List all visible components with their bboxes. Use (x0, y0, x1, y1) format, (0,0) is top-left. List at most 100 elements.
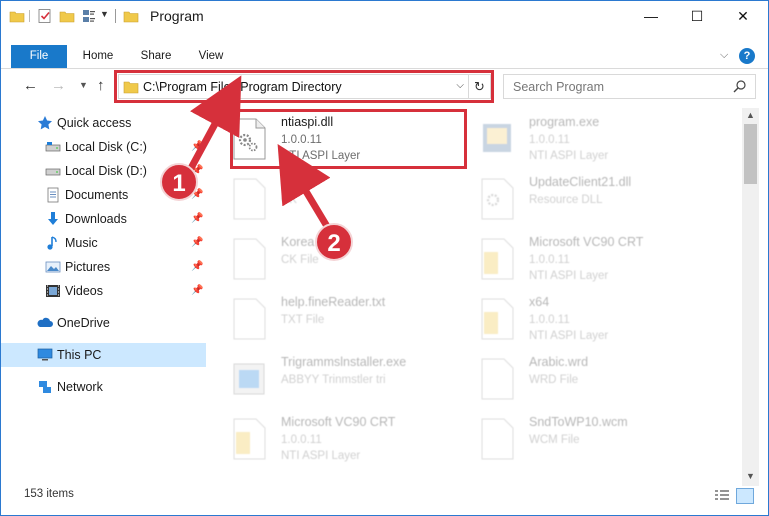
title-bar: ▼ Program — ☐ ✕ (1, 1, 768, 31)
sidebar-item-label: OneDrive (57, 316, 110, 330)
file-type: WCM File (529, 434, 580, 446)
view-options-icon[interactable] (81, 8, 97, 24)
downloads-icon (48, 212, 58, 225)
sidebar-item-quick-access[interactable]: Quick access (1, 111, 206, 135)
star-icon (38, 116, 52, 130)
tab-file[interactable]: File (11, 45, 67, 68)
address-bar[interactable]: C:\Program Files\Program Directory ⌵ (118, 74, 469, 99)
computer-icon (37, 348, 53, 361)
sidebar-item-pictures[interactable]: Pictures 📌 (1, 255, 206, 279)
dll-gear-icon (481, 178, 514, 220)
blank-file-icon (233, 178, 266, 220)
file-version: 1.0.0.11 (281, 434, 322, 446)
details-view-icon[interactable] (714, 489, 730, 503)
scroll-up-arrow-icon[interactable]: ▲ (746, 110, 755, 120)
tab-share[interactable]: Share (134, 45, 178, 68)
file-item-microsoft-vc90-crt-2[interactable]: Microsoft VC90 CRT 1.0.0.11 NTI ASPI Lay… (208, 410, 448, 468)
window-title: Program (150, 8, 204, 24)
file-item-program-exe[interactable]: program.exe 1.0.0.11 NTI ASPI Layer (456, 110, 696, 170)
file-description: NTI ASPI Layer (281, 150, 361, 162)
sidebar-item-onedrive[interactable]: OneDrive (1, 311, 206, 335)
documents-icon (47, 187, 59, 203)
drive-icon (45, 142, 61, 152)
cloud-icon (37, 317, 53, 327)
forward-arrow-icon[interactable]: → (51, 77, 66, 94)
search-icon[interactable] (733, 79, 747, 93)
file-item-microsoft-vc90-crt[interactable]: Microsoft VC90 CRT 1.0.0.11 NTI ASPI Lay… (456, 230, 696, 290)
navigation-bar: ← → ▼ ↑ C:\Program Files\Program Directo… (1, 71, 768, 103)
maximize-button[interactable]: ☐ (674, 1, 720, 31)
refresh-icon[interactable]: ↻ (469, 74, 491, 99)
file-item-dk[interactable]: dk CK (208, 170, 448, 230)
blank-file-icon (233, 298, 266, 340)
sidebar-item-label: Quick access (57, 116, 132, 130)
sidebar-item-label: Network (57, 380, 103, 394)
scrollbar-thumb[interactable] (744, 124, 757, 184)
file-list: ntiaspi.dll 1.0.0.11 NTI ASPI Layer prog… (208, 108, 742, 468)
up-arrow-icon[interactable]: ↑ (97, 77, 105, 94)
address-path[interactable]: C:\Program Files\Program Directory (143, 80, 342, 94)
file-name: x64 (529, 295, 550, 309)
close-button[interactable]: ✕ (720, 1, 766, 31)
blank-file-icon (481, 358, 514, 400)
properties-check-icon[interactable] (37, 8, 53, 24)
pin-icon[interactable]: 📌 (191, 285, 203, 296)
item-count: 153 items (24, 488, 74, 500)
toolbar-separator (29, 10, 30, 22)
blank-file-icon (233, 238, 266, 280)
sidebar-item-music[interactable]: Music 📌 (1, 231, 206, 255)
sidebar-item-label: Videos (65, 284, 103, 298)
file-item-x64[interactable]: x64 1.0.0.11 NTI ASPI Layer (456, 290, 696, 350)
file-type: CK (281, 194, 297, 206)
file-type: WRD File (529, 374, 579, 386)
file-item-help-finereader-txt[interactable]: help.fineReader.txt TXT File (208, 290, 448, 350)
ribbon-tabs: File Home Share View ⌵ ? (1, 45, 768, 69)
pin-icon[interactable]: 📌 (191, 237, 203, 248)
sidebar-item-this-pc[interactable]: This PC (1, 343, 206, 367)
file-name: Korea (281, 235, 315, 249)
sidebar-item-downloads[interactable]: Downloads 📌 (1, 207, 206, 231)
expand-ribbon-chevron-icon[interactable]: ⌵ (720, 49, 728, 62)
file-item-arabic-wrd[interactable]: Arabic.wrd WRD File (456, 350, 696, 410)
file-item-ntiaspi-dll[interactable]: ntiaspi.dll 1.0.0.11 NTI ASPI Layer (208, 110, 448, 170)
recent-locations-chevron-icon[interactable]: ▼ (79, 80, 88, 90)
sidebar-item-label: Music (65, 236, 98, 250)
tab-home[interactable]: Home (77, 45, 119, 68)
sidebar-item-network[interactable]: Network (1, 375, 206, 399)
large-icons-view-icon[interactable] (736, 488, 754, 504)
file-name: program.exe (529, 115, 600, 129)
pin-icon[interactable]: 📌 (191, 261, 203, 272)
vertical-scrollbar[interactable]: ▲ ▼ (742, 108, 759, 486)
sidebar-item-label: Local Disk (D:) (65, 164, 147, 178)
folder-file-icon (481, 298, 514, 340)
pin-icon[interactable]: 📌 (191, 141, 203, 152)
minimize-button[interactable]: — (628, 1, 674, 31)
customize-toolbar-chevron-icon[interactable]: ▼ (100, 9, 109, 19)
navigation-pane: Quick access Local Disk (C:) 📌 Local Dis… (1, 108, 206, 468)
file-type: Resource DLL (529, 194, 603, 206)
search-box[interactable]: Search Program (503, 74, 756, 99)
address-dropdown-chevron-icon[interactable]: ⌵ (456, 80, 464, 91)
pin-icon[interactable]: 📌 (191, 213, 203, 224)
file-item-updateclient21-dll[interactable]: UpdateClient21.dll Resource DLL (456, 170, 696, 230)
blank-file-icon (481, 418, 514, 460)
sidebar-item-videos[interactable]: Videos 📌 (1, 279, 206, 303)
explorer-window: ▼ Program — ☐ ✕ File Home Share View ⌵ ?… (0, 0, 769, 516)
scroll-down-arrow-icon[interactable]: ▼ (746, 471, 755, 481)
file-name: ntiaspi.dll (281, 115, 334, 129)
sidebar-item-local-disk-c[interactable]: Local Disk (C:) 📌 (1, 135, 206, 159)
file-version: 1.0.0.11 (529, 314, 570, 326)
folder-file-icon (233, 418, 266, 460)
file-name: UpdateClient21.dll (529, 175, 632, 189)
file-item-sndtowp10-wcm[interactable]: SndToWP10.wcm WCM File (456, 410, 696, 468)
help-icon[interactable]: ? (739, 48, 755, 64)
search-input[interactable]: Search Program (513, 80, 604, 94)
tab-view[interactable]: View (192, 45, 230, 68)
folder-icon[interactable] (9, 8, 25, 24)
step-1-callout: 1 (160, 163, 198, 201)
file-description: NTI ASPI Layer (529, 150, 609, 162)
back-arrow-icon[interactable]: ← (23, 77, 38, 94)
new-folder-icon[interactable] (59, 8, 75, 24)
file-item-trigrammsinstaller-exe[interactable]: Trigrammslnstaller.exe ABBYY Trinmstler … (208, 350, 448, 410)
file-version: 1.0.0.11 (529, 134, 570, 146)
